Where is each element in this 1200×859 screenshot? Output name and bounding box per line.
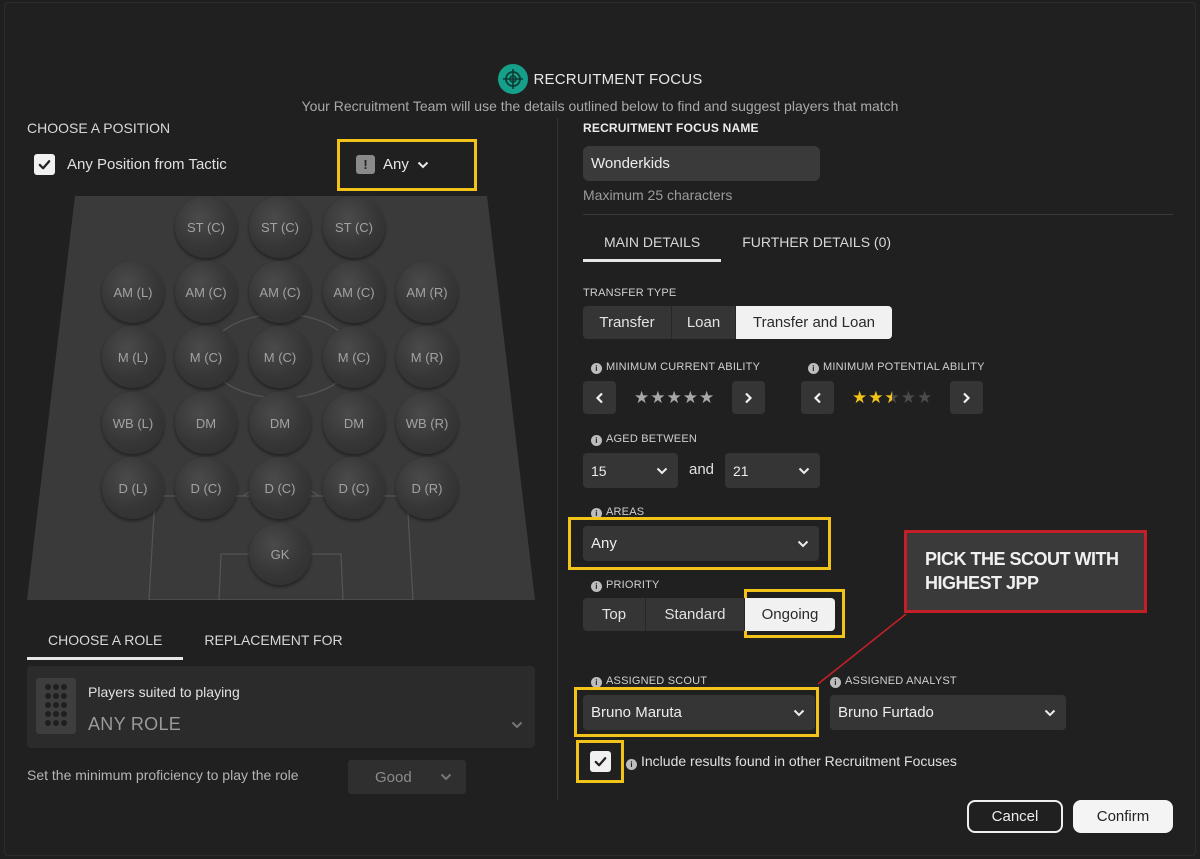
include-results-checkbox[interactable] <box>590 751 611 772</box>
cancel-button[interactable]: Cancel <box>967 800 1063 833</box>
assigned-analyst-value: Bruno Furtado <box>838 704 934 721</box>
check-icon <box>594 757 607 767</box>
include-results-label: i Include results found in other Recruitm… <box>626 753 957 770</box>
chevron-down-icon <box>1044 709 1056 716</box>
info-icon: i <box>626 759 637 770</box>
assigned-scout-dropdown[interactable]: Bruno Maruta <box>583 695 815 730</box>
assigned-analyst-dropdown[interactable]: Bruno Furtado <box>830 695 1066 730</box>
info-icon: i <box>830 677 841 688</box>
assigned-scout-value: Bruno Maruta <box>591 704 682 721</box>
assigned-analyst-label: i ASSIGNED ANALYST <box>830 675 957 688</box>
chevron-down-icon <box>793 709 805 716</box>
confirm-button[interactable]: Confirm <box>1073 800 1173 833</box>
